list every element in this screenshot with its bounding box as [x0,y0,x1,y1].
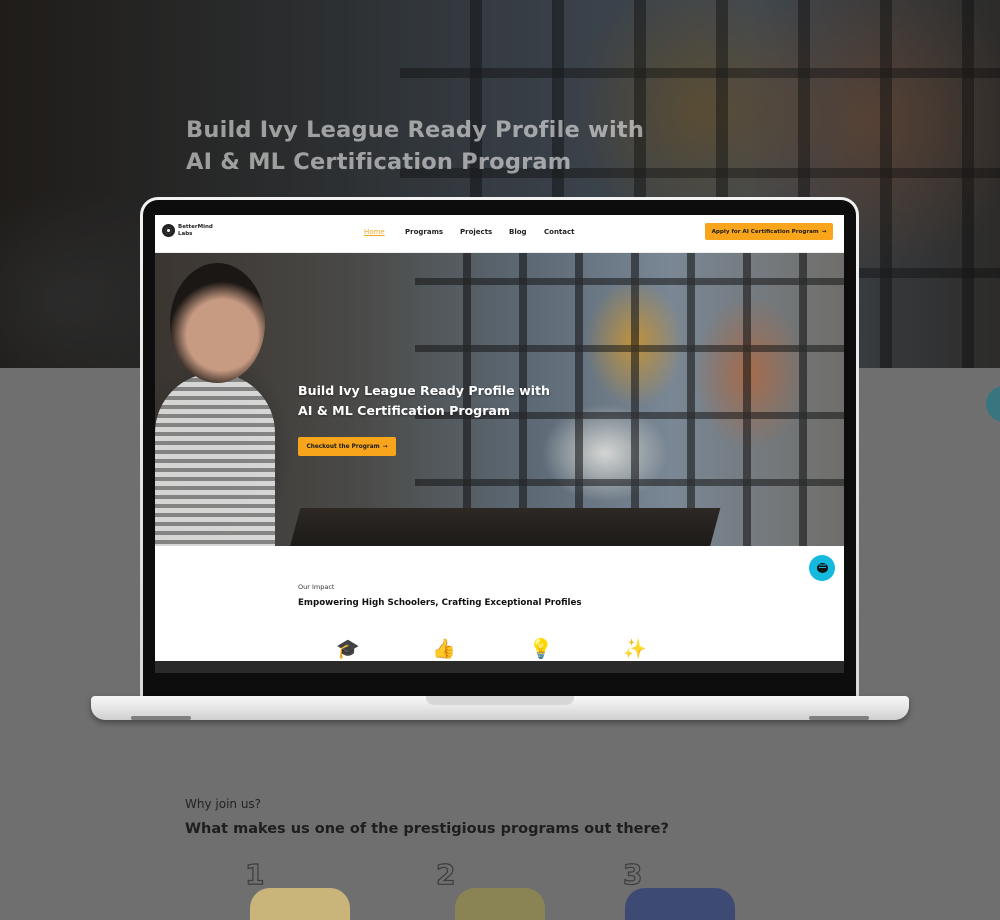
background-why-label: Why join us? [185,797,262,811]
thumbs-up-stars-icon: 👍 [432,638,456,660]
background-hero-title-line1: Build Ivy League Ready Profile with [186,117,645,143]
background-step-number-1: 1 [244,857,265,891]
background-hero-title: Build Ivy League Ready Profile with AI &… [186,114,644,178]
hero-section: Build Ivy League Ready Profile with AI &… [155,253,844,546]
graduate-icon: 🎓 [336,638,360,660]
checkout-program-button[interactable]: Checkout the Program → [298,437,396,456]
lightbulb-gear-icon: 💡 [529,638,553,660]
background-step-number-3: 3 [622,857,643,891]
logo-line2: Labs [178,230,193,237]
background-chat-icon [986,386,1000,422]
handshake-sparkles-icon: ✨ [623,638,647,660]
logo-line1: BetterMind [178,224,213,230]
apply-certification-label: Apply for AI Certification Program [711,228,819,235]
impact-title: Empowering High Schoolers, Crafting Exce… [298,598,582,608]
hero-table [289,508,721,546]
background-step-illustration-1 [250,888,350,920]
background-hero-title-line2: AI & ML Certification Program [186,149,572,175]
arrow-right-icon: → [821,228,827,235]
hero-title-line1: Build Ivy League Ready Profile with [298,383,551,398]
chat-bubble-icon [816,563,828,573]
apply-certification-button[interactable]: Apply for AI Certification Program → [705,223,833,240]
laptop-screen: BetterMind Labs Home Programs Projects B… [155,215,844,661]
hero-person-head [170,263,265,383]
laptop-chin [155,661,844,673]
background-why-title: What makes us one of the prestigious pro… [185,821,669,837]
arrow-right-icon: → [382,443,388,450]
site-logo[interactable]: BetterMind Labs [178,224,218,237]
checkout-program-label: Checkout the Program [306,443,380,450]
background-step-illustration-2 [455,888,545,920]
hero-person-left [155,373,275,546]
laptop-foot-right [809,716,869,720]
nav-link-programs[interactable]: Programs [405,228,443,236]
chat-button[interactable] [809,555,835,581]
laptop-notch [426,696,574,705]
laptop-base [91,696,909,720]
laptop-foot-left [131,716,191,720]
hero-title: Build Ivy League Ready Profile with AI &… [298,381,550,421]
laptop-lid: BetterMind Labs Home Programs Projects B… [140,197,859,699]
site-navbar: BetterMind Labs Home Programs Projects B… [155,215,844,253]
hero-title-line2: AI & ML Certification Program [298,403,511,418]
background-step-illustration-3 [625,888,735,920]
nav-link-home[interactable]: Home [364,228,385,236]
gear-logo-icon[interactable] [162,224,175,237]
nav-link-projects[interactable]: Projects [460,228,492,236]
laptop-bezel: BetterMind Labs Home Programs Projects B… [143,200,856,696]
background-step-number-2: 2 [435,857,456,891]
nav-link-contact[interactable]: Contact [544,228,575,236]
nav-link-blog[interactable]: Blog [509,228,527,236]
impact-label: Our Impact [298,583,335,591]
